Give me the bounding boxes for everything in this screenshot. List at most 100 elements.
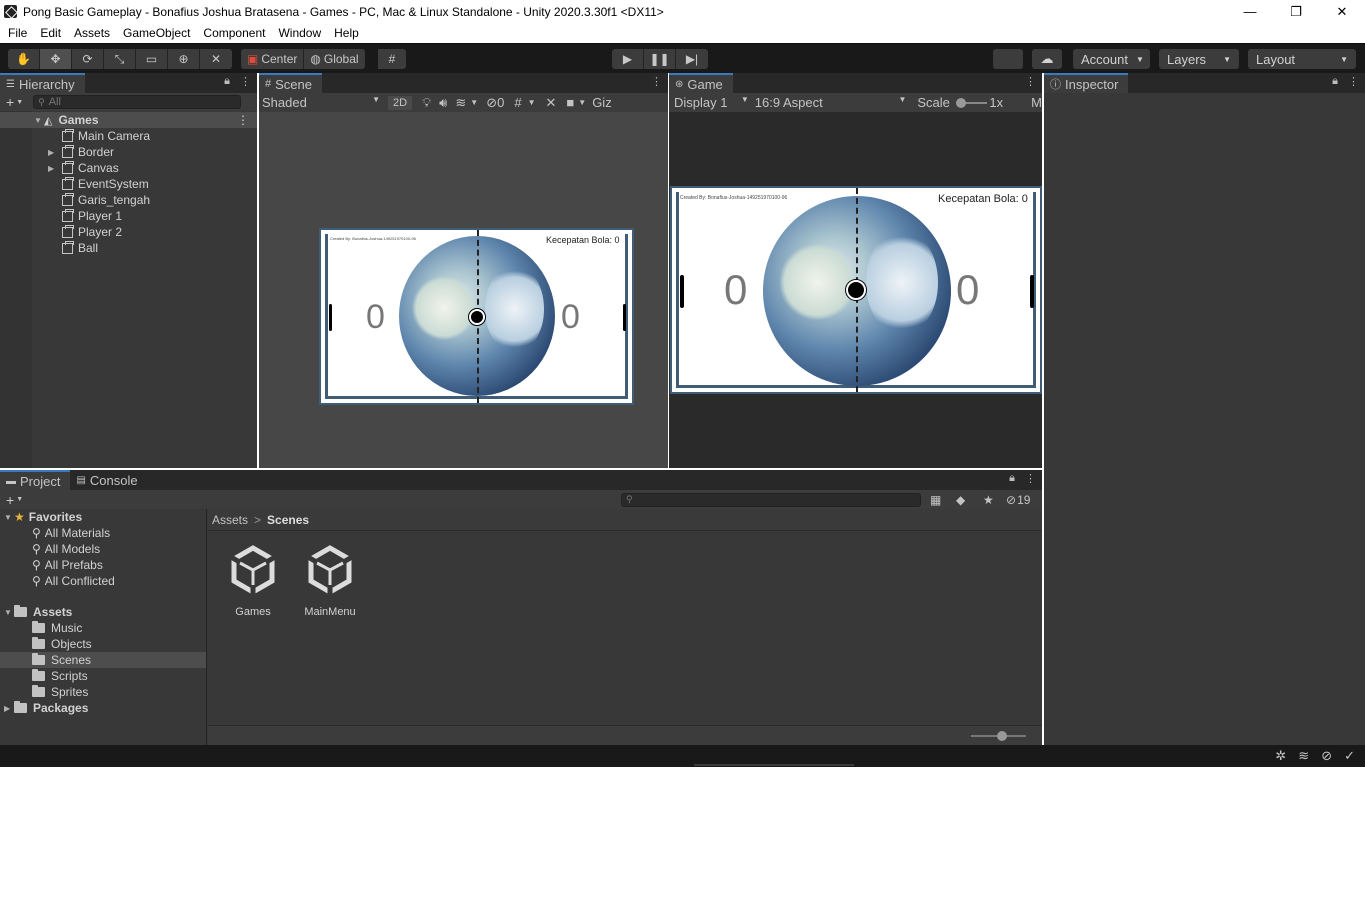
debug-icon[interactable]: ✲: [1275, 748, 1286, 764]
menu-component[interactable]: Component: [198, 26, 270, 40]
expand-arrow-icon[interactable]: ▼: [4, 513, 14, 522]
grid-snap-button[interactable]: #: [378, 49, 406, 69]
hand-tool-button[interactable]: ✋: [8, 49, 40, 69]
hierarchy-item-player-1[interactable]: Player 1: [0, 208, 257, 224]
chevron-down-icon[interactable]: ▼: [528, 98, 536, 107]
packages-folder-header[interactable]: ▶ Packages: [4, 700, 88, 716]
expand-arrow-icon[interactable]: ▼: [34, 116, 44, 125]
more-options-icon[interactable]: ⋮: [1025, 75, 1036, 88]
display-dropdown[interactable]: Display 1 ▼: [674, 95, 749, 110]
account-dropdown[interactable]: Account ▼: [1073, 49, 1150, 69]
favorite-all-prefabs[interactable]: ⚲ All Prefabs: [32, 557, 103, 573]
aspect-dropdown[interactable]: 16:9 Aspect ▼: [755, 95, 907, 110]
tab-console[interactable]: ▤ Console: [70, 470, 148, 490]
pivot-mode-button[interactable]: ▣ Center: [241, 49, 305, 69]
pivot-rotation-button[interactable]: ◍ Global: [304, 49, 365, 69]
play-button[interactable]: ▶: [612, 49, 644, 69]
search-by-type-icon[interactable]: ▦: [930, 493, 941, 507]
folder-objects[interactable]: Objects: [32, 636, 92, 652]
menu-file[interactable]: File: [3, 26, 32, 40]
layout-dropdown[interactable]: Layout ▼: [1248, 49, 1356, 69]
icon-size-slider-handle[interactable]: [997, 731, 1007, 741]
hierarchy-item-player-2[interactable]: Player 2: [0, 224, 257, 240]
maximize-button[interactable]: ❐: [1273, 0, 1319, 23]
favorites-header[interactable]: ▼ ★ Favorites: [4, 509, 82, 525]
assets-folder-header[interactable]: ▼ Assets: [4, 604, 72, 620]
cloud-button[interactable]: ☁: [1032, 49, 1062, 69]
toggle-2d-button[interactable]: 2D: [388, 95, 413, 110]
layers-dropdown[interactable]: Layers ▼: [1159, 49, 1239, 69]
collab-button[interactable]: [993, 49, 1023, 69]
scene-view-game-render[interactable]: 0 0 Created By: Bonafius-Joshua-14925197…: [319, 228, 634, 405]
hierarchy-item-main-camera[interactable]: Main Camera: [0, 128, 257, 144]
camera-icon[interactable]: ■: [566, 95, 574, 110]
menu-assets[interactable]: Assets: [69, 26, 115, 40]
move-tool-button[interactable]: ✥: [40, 49, 72, 69]
expand-arrow-icon[interactable]: ▶: [48, 148, 58, 157]
effects-icon[interactable]: ≋: [455, 95, 466, 111]
more-options-icon[interactable]: ⋮: [237, 113, 249, 127]
hierarchy-item-eventsystem[interactable]: EventSystem: [0, 176, 257, 192]
transform-tool-button[interactable]: ⊕: [168, 49, 200, 69]
tab-game[interactable]: ⊛ Game: [669, 73, 733, 93]
audio-icon[interactable]: 🔊︎: [439, 95, 447, 111]
maximize-on-play-toggle[interactable]: M: [1031, 95, 1042, 110]
folder-sprites[interactable]: Sprites: [32, 684, 88, 700]
step-button[interactable]: ▶|: [676, 49, 708, 69]
hierarchy-search-input[interactable]: ⚲ All: [33, 95, 242, 109]
more-options-icon[interactable]: ⋮: [1348, 75, 1359, 88]
grid-toggle-icon[interactable]: #: [514, 95, 521, 110]
close-button[interactable]: ✕: [1319, 0, 1365, 23]
chevron-down-icon[interactable]: ▼: [16, 496, 23, 503]
favorite-all-models[interactable]: ⚲ All Models: [32, 541, 100, 557]
layers-stack-icon[interactable]: ≋: [1298, 748, 1309, 764]
hierarchy-item-border[interactable]: ▶ Border: [0, 144, 257, 160]
folder-music[interactable]: Music: [32, 620, 82, 636]
folder-scenes[interactable]: Scenes: [32, 652, 91, 668]
tab-inspector[interactable]: ⓘ Inspector: [1044, 73, 1129, 93]
scene-root-row[interactable]: ▼ ◭ Games ⋮: [0, 112, 257, 128]
custom-tool-button[interactable]: ✕: [200, 49, 232, 69]
expand-arrow-icon[interactable]: ▶: [4, 704, 14, 713]
more-options-icon[interactable]: ⋮: [240, 75, 251, 88]
lighting-icon[interactable]: 💡︎: [422, 95, 431, 111]
minimize-button[interactable]: —: [1227, 0, 1273, 23]
game-view-render[interactable]: 0 0 Created By: Bonafius-Joshua-14925197…: [670, 186, 1042, 394]
expand-arrow-icon[interactable]: ▼: [4, 608, 14, 617]
menu-help[interactable]: Help: [329, 26, 364, 40]
favorite-all-conflicted[interactable]: ⚲ All Conflicted: [32, 573, 115, 589]
asset-scene-games[interactable]: Games: [218, 545, 288, 618]
shading-mode-dropdown[interactable]: Shaded ▼: [262, 95, 380, 110]
create-add-button[interactable]: +: [6, 94, 14, 110]
chevron-down-icon[interactable]: ▼: [470, 98, 478, 107]
gizmos-dropdown[interactable]: Giz: [592, 95, 612, 110]
lock-icon[interactable]: 🔒︎: [1332, 75, 1338, 88]
rect-tool-button[interactable]: ▭: [136, 49, 168, 69]
rotate-tool-button[interactable]: ⟳: [72, 49, 104, 69]
menu-window[interactable]: Window: [273, 26, 326, 40]
project-search-input[interactable]: ⚲: [621, 492, 921, 507]
tools-icon[interactable]: ✕: [546, 95, 557, 111]
pause-button[interactable]: ❚❚: [644, 49, 676, 69]
icon-size-slider[interactable]: [971, 731, 1026, 741]
create-add-button[interactable]: +: [6, 492, 14, 508]
favorite-all-materials[interactable]: ⚲ All Materials: [32, 525, 110, 541]
auto-generate-icon[interactable]: ⊘: [1321, 748, 1332, 764]
folder-scripts[interactable]: Scripts: [32, 668, 88, 684]
hidden-objects-icon[interactable]: ⊘: [486, 95, 497, 111]
more-options-icon[interactable]: ⋮: [1025, 472, 1036, 485]
hidden-packages-toggle[interactable]: ⊘ 19: [1006, 493, 1030, 507]
favorite-star-icon[interactable]: ★: [983, 493, 994, 507]
lock-icon[interactable]: 🔒︎: [224, 75, 230, 88]
hierarchy-item-ball[interactable]: Ball: [0, 240, 257, 256]
breadcrumb-scenes[interactable]: Scenes: [267, 513, 309, 527]
menu-gameobject[interactable]: GameObject: [118, 26, 195, 40]
tab-project[interactable]: ▬ Project: [0, 470, 71, 490]
menu-edit[interactable]: Edit: [35, 26, 66, 40]
hierarchy-item-canvas[interactable]: ▶ Canvas: [0, 160, 257, 176]
tab-scene[interactable]: # Scene: [259, 73, 322, 93]
hierarchy-item-garis-tengah[interactable]: Garis_tengah: [0, 192, 257, 208]
check-circle-icon[interactable]: ✓: [1344, 748, 1355, 764]
chevron-down-icon[interactable]: ▼: [16, 99, 23, 106]
lock-icon[interactable]: 🔒︎: [1009, 472, 1015, 485]
